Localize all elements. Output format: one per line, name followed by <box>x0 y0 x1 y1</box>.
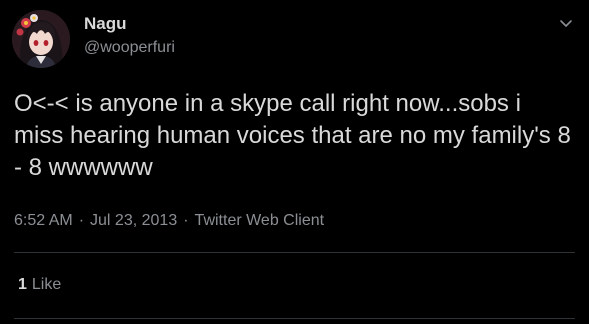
display-name[interactable]: Nagu <box>84 14 127 34</box>
tweet-time[interactable]: 6:52 AM <box>14 212 73 229</box>
tweet-text: O<-< is anyone in a skype call right now… <box>14 90 571 181</box>
tweet-date[interactable]: Jul 23, 2013 <box>90 212 177 229</box>
likes-link[interactable]: 1 Like <box>18 276 61 294</box>
meta-separator: · <box>183 212 189 229</box>
tweet-meta: 6:52 AM · Jul 23, 2013 · Twitter Web Client <box>14 212 324 230</box>
meta-separator: · <box>78 212 85 229</box>
tweet-client-link[interactable]: Twitter Web Client <box>195 212 325 229</box>
user-handle[interactable]: @wooperfuri <box>84 39 175 57</box>
like-count: 1 <box>18 276 27 293</box>
like-label: Like <box>31 276 62 293</box>
chevron-down-icon[interactable] <box>557 14 575 32</box>
divider <box>14 318 575 319</box>
avatar[interactable] <box>12 10 70 68</box>
anime-avatar-icon <box>12 10 70 68</box>
tweet-card: Nagu @wooperfuri O<-< is anyone in a sky… <box>0 0 589 324</box>
divider <box>14 252 575 253</box>
